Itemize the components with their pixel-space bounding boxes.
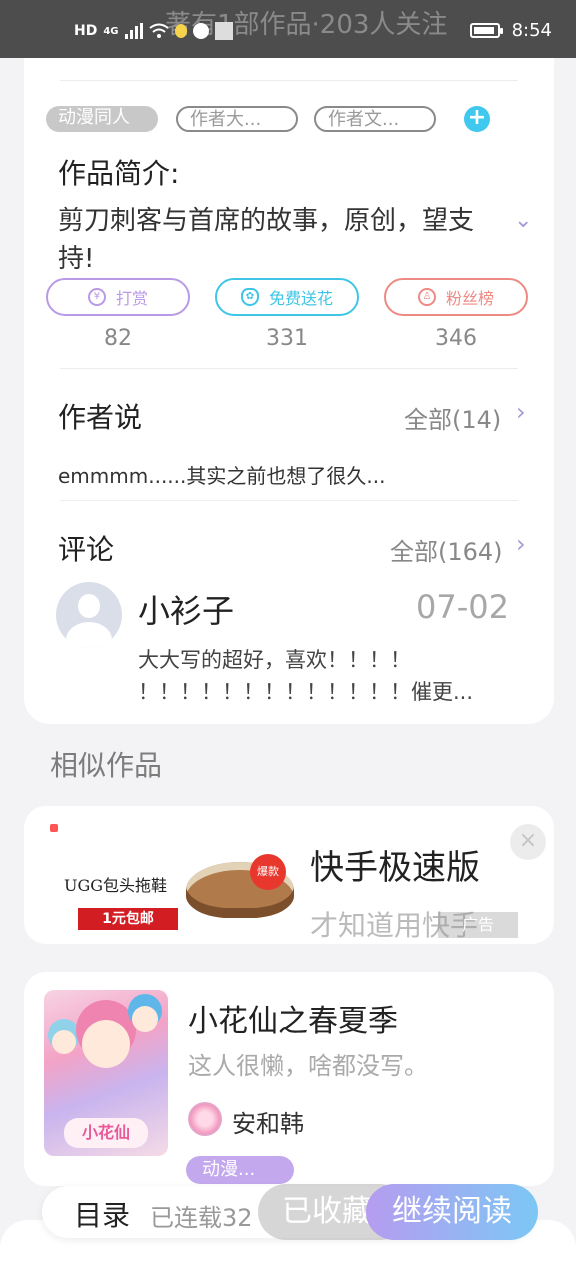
- comments-all-link[interactable]: 全部(164): [390, 532, 503, 567]
- hot-badge: 爆款: [250, 854, 286, 890]
- ad-label: 广告: [438, 912, 518, 938]
- add-tag-icon[interactable]: +: [464, 106, 490, 132]
- tag-author-2[interactable]: 作者文...: [314, 106, 436, 132]
- app-notification-icon: [214, 22, 233, 40]
- chevron-right-icon[interactable]: ›: [516, 398, 526, 426]
- intro-title: 作品简介:: [58, 157, 180, 190]
- fans-rank-label: 粉丝榜: [445, 289, 494, 308]
- bulb-icon: [174, 24, 187, 38]
- battery-icon: [469, 23, 503, 38]
- expand-chevron-icon[interactable]: ⌄: [514, 208, 532, 233]
- fans-count: 346: [435, 326, 477, 351]
- fans-rank-button[interactable]: ♙ 粉丝榜: [384, 278, 528, 316]
- ad-image[interactable]: UGG包头拖鞋 1元包邮 爆款: [48, 822, 308, 938]
- work-info-card: 动漫同人 作者大... 作者文... + 作品简介: 剪刀刺客与首席的故事，原创…: [24, 58, 554, 724]
- continue-reading-button[interactable]: 继续阅读: [366, 1184, 538, 1240]
- status-icons-right: 8:54: [469, 20, 552, 41]
- book-description: 这人很懒，啥都没写。: [188, 1052, 428, 1080]
- comments-title: 评论: [58, 533, 115, 566]
- book-cover[interactable]: 小花仙: [44, 990, 168, 1156]
- avatar-head: [78, 594, 100, 618]
- book-genre-tag[interactable]: 动漫...: [186, 1156, 294, 1184]
- signal-icon: [124, 23, 143, 39]
- wifi-icon: [148, 23, 169, 38]
- divider: [60, 80, 518, 81]
- tag-author-1[interactable]: 作者大...: [176, 106, 298, 132]
- send-flower-label: 免费送花: [268, 289, 333, 308]
- ad-title[interactable]: 快手极速版: [310, 840, 480, 889]
- book-author[interactable]: 安和韩: [232, 1104, 304, 1139]
- comment-text-line1: 大大写的超好，喜欢！！！！: [138, 648, 411, 672]
- similar-book-card[interactable]: 小花仙 小花仙之春夏季 这人很懒，啥都没写。 安和韩 动漫...: [24, 972, 554, 1186]
- divider: [60, 500, 518, 501]
- ad-card[interactable]: UGG包头拖鞋 1元包邮 爆款 快手极速版 才知道用快手 × 广告: [24, 806, 554, 944]
- divider: [60, 368, 518, 369]
- book-title[interactable]: 小花仙之春夏季: [188, 996, 398, 1040]
- reward-count: 82: [104, 326, 132, 351]
- ad-product-name: UGG包头拖鞋: [64, 876, 168, 895]
- flower-count: 331: [266, 326, 308, 351]
- comment-date: 07-02: [416, 588, 509, 626]
- status-bar: 著有1部作品·203人关注 HD 4G 8:54: [0, 0, 576, 58]
- author-says-text[interactable]: emmmm......其实之前也想了很久...: [58, 460, 385, 489]
- author-says-all-link[interactable]: 全部(14): [404, 400, 501, 435]
- ad-promo-tag: 1元包邮: [78, 908, 178, 930]
- similar-works-title: 相似作品: [50, 749, 163, 782]
- cover-character: [52, 1030, 76, 1054]
- comment-username[interactable]: 小衫子: [138, 586, 234, 632]
- intro-text: 剪刀刺客与首席的故事，原创，望支持!: [58, 206, 475, 274]
- reward-label: 打赏: [115, 289, 148, 308]
- avatar[interactable]: [56, 582, 122, 648]
- cover-logo: 小花仙: [64, 1118, 148, 1148]
- reward-button[interactable]: ¥ 打赏: [46, 278, 190, 316]
- network-indicator: 4G: [103, 25, 119, 37]
- comment-text-line2: ！！！！！！！！！！！！！催更...: [138, 680, 474, 704]
- cover-character: [132, 1006, 158, 1032]
- catalog-button[interactable]: 目录: [74, 1194, 130, 1234]
- chevron-right-icon[interactable]: ›: [516, 530, 526, 558]
- shield-icon: [192, 23, 209, 39]
- author-says-title: 作者说: [58, 401, 143, 434]
- ad-source-icon: [50, 824, 58, 832]
- yen-icon: ¥: [87, 288, 106, 306]
- tag-category[interactable]: 动漫同人: [46, 106, 158, 132]
- close-icon[interactable]: ×: [510, 824, 546, 860]
- flower-icon: ✿: [240, 288, 259, 306]
- serial-status: 已连载32: [150, 1204, 253, 1232]
- clock: 8:54: [511, 20, 552, 41]
- fans-icon: ♙: [417, 288, 436, 306]
- author-avatar[interactable]: [188, 1102, 222, 1136]
- status-icons-left: HD 4G: [74, 22, 233, 40]
- hd-indicator: HD: [74, 23, 98, 39]
- avatar-shoulder: [66, 622, 112, 648]
- send-flower-button[interactable]: ✿ 免费送花: [215, 278, 359, 316]
- cover-character: [82, 1020, 130, 1068]
